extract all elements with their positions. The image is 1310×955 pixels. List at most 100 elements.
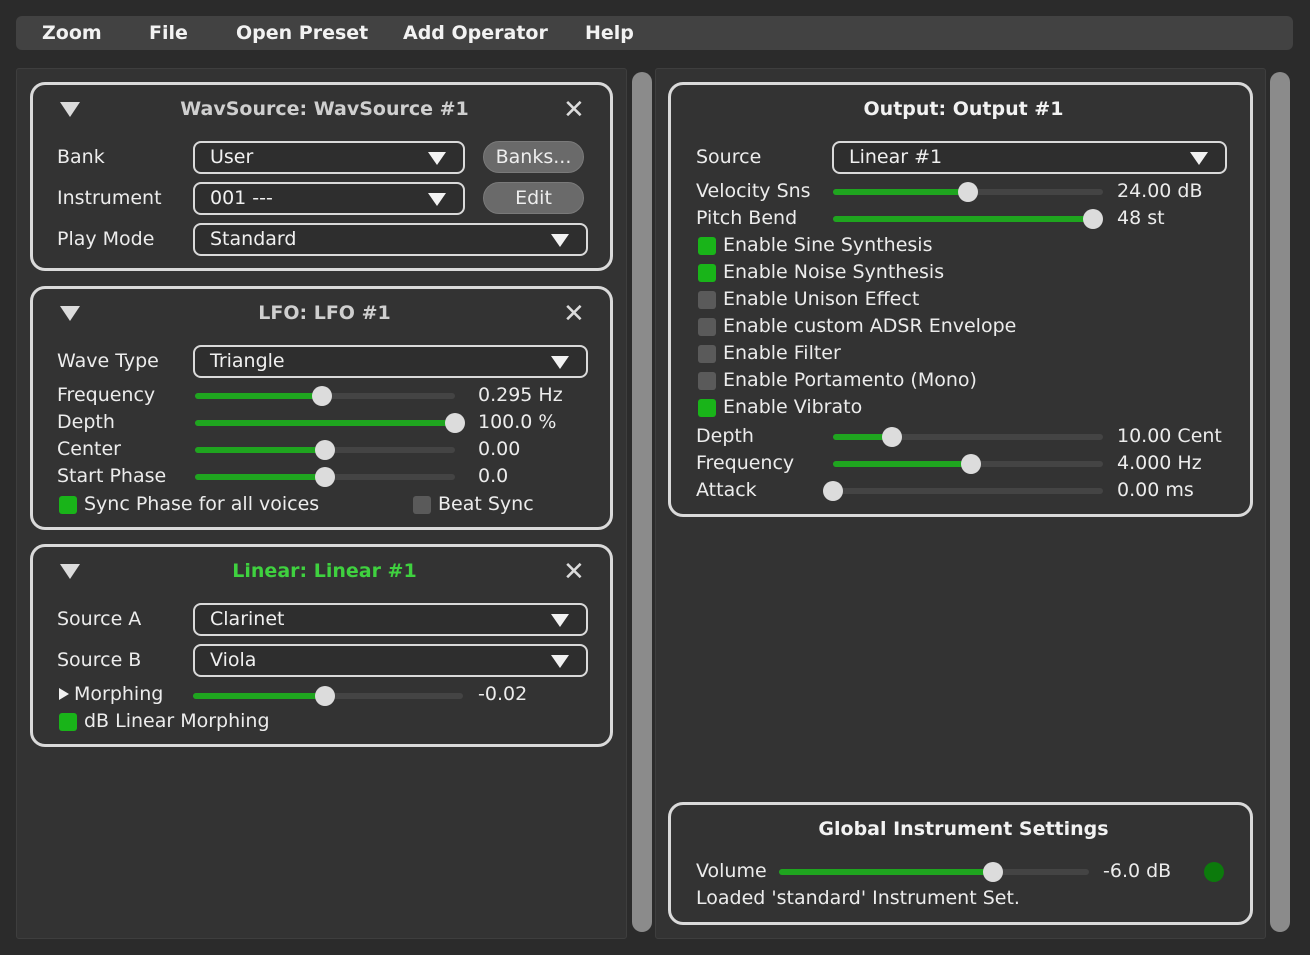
output-source-combo[interactable]: Linear #1 xyxy=(832,141,1227,174)
output-checkbox-label: Enable Sine Synthesis xyxy=(723,234,933,256)
slider-knob[interactable] xyxy=(315,440,335,460)
output-checkbox[interactable] xyxy=(698,345,716,363)
source-b-combo[interactable]: Viola xyxy=(193,644,588,677)
pitch-bend-label: Pitch Bend xyxy=(696,207,798,229)
slider-knob[interactable] xyxy=(312,386,332,406)
lfo-slider-value: 0.0 xyxy=(478,465,509,487)
chevron-down-icon xyxy=(428,193,446,206)
close-icon[interactable]: ✕ xyxy=(563,97,585,123)
morphing-slider[interactable] xyxy=(193,686,463,706)
lfo-slider-label: Start Phase xyxy=(57,465,167,487)
slider-knob[interactable] xyxy=(445,413,465,433)
instrument-combo[interactable]: 001 --- xyxy=(193,182,465,215)
close-icon[interactable]: ✕ xyxy=(563,301,585,327)
wavetype-combo[interactable]: Triangle xyxy=(193,345,588,378)
vibrato-slider[interactable] xyxy=(833,454,1103,474)
slider-fill xyxy=(195,447,325,453)
vibrato-slider-value: 4.000 Hz xyxy=(1117,452,1202,474)
lfo-slider[interactable] xyxy=(195,467,455,487)
output-checkbox-label: Enable custom ADSR Envelope xyxy=(723,315,1017,337)
vibrato-slider[interactable] xyxy=(823,481,1103,501)
lfo-slider-label: Center xyxy=(57,438,121,460)
instrument-value: 001 --- xyxy=(210,187,273,209)
sync-phase-checkbox[interactable] xyxy=(59,496,77,514)
source-b-label: Source B xyxy=(57,649,142,671)
output-checkbox[interactable] xyxy=(698,237,716,255)
slider-knob[interactable] xyxy=(1083,209,1103,229)
lfo-slider-value: 100.0 % xyxy=(478,411,557,433)
wavsource-panel: WavSource: WavSource #1 ✕ Bank User Bank… xyxy=(30,82,613,271)
vibrato-slider-value: 10.00 Cent xyxy=(1117,425,1222,447)
status-led-icon xyxy=(1204,862,1224,882)
output-checkbox-label: Enable Vibrato xyxy=(723,396,863,418)
output-checkbox[interactable] xyxy=(698,399,716,417)
slider-knob[interactable] xyxy=(958,182,978,202)
output-checkbox-label: Enable Filter xyxy=(723,342,841,364)
bank-label: Bank xyxy=(57,146,105,168)
slider-knob[interactable] xyxy=(315,686,335,706)
volume-value: -6.0 dB xyxy=(1103,860,1172,882)
morphing-label: Morphing xyxy=(74,683,164,705)
edit-button[interactable]: Edit xyxy=(483,182,584,214)
slider-fill xyxy=(195,474,325,480)
volume-slider[interactable] xyxy=(779,862,1089,882)
velocity-label: Velocity Sns xyxy=(696,180,811,202)
pitch-bend-value: 48 st xyxy=(1117,207,1165,229)
lfo-slider[interactable] xyxy=(195,386,455,406)
lfo-slider-label: Depth xyxy=(57,411,115,433)
banks-button[interactable]: Banks... xyxy=(483,141,584,173)
slider-knob[interactable] xyxy=(983,862,1003,882)
lfo-slider[interactable] xyxy=(195,413,465,433)
bank-combo[interactable]: User xyxy=(193,141,465,174)
instrument-label: Instrument xyxy=(57,187,162,209)
slider-knob[interactable] xyxy=(315,467,335,487)
lfo-slider-label: Frequency xyxy=(57,384,156,406)
right-scrollbar[interactable] xyxy=(1270,72,1290,932)
playmode-value: Standard xyxy=(210,228,297,250)
chevron-down-icon xyxy=(551,234,569,247)
wavetype-label: Wave Type xyxy=(57,350,159,372)
close-icon[interactable]: ✕ xyxy=(563,559,585,585)
vibrato-slider[interactable] xyxy=(833,427,1103,447)
sync-phase-label: Sync Phase for all voices xyxy=(84,493,320,515)
slider-knob[interactable] xyxy=(823,481,843,501)
playmode-label: Play Mode xyxy=(57,228,155,250)
beat-sync-label: Beat Sync xyxy=(438,493,534,515)
beat-sync-checkbox[interactable] xyxy=(413,496,431,514)
slider-knob[interactable] xyxy=(882,427,902,447)
output-checkbox-label: Enable Noise Synthesis xyxy=(723,261,945,283)
expand-triangle-icon[interactable] xyxy=(59,688,69,700)
global-title: Global Instrument Settings xyxy=(818,818,1109,840)
db-linear-checkbox[interactable] xyxy=(59,713,77,731)
menu-zoom[interactable]: Zoom xyxy=(42,16,102,50)
source-a-combo[interactable]: Clarinet xyxy=(193,603,588,636)
linear-panel: Linear: Linear #1 ✕ Source A Clarinet So… xyxy=(30,544,613,747)
slider-fill xyxy=(195,420,455,426)
output-checkbox[interactable] xyxy=(698,291,716,309)
output-checkbox[interactable] xyxy=(698,318,716,336)
slider-knob[interactable] xyxy=(961,454,981,474)
lfo-slider-value: 0.295 Hz xyxy=(478,384,563,406)
menu-add-operator[interactable]: Add Operator xyxy=(403,16,548,50)
output-checkbox[interactable] xyxy=(698,372,716,390)
menu-file[interactable]: File xyxy=(149,16,188,50)
lfo-slider-value: 0.00 xyxy=(478,438,521,460)
slider-fill xyxy=(833,216,1093,222)
velocity-value: 24.00 dB xyxy=(1117,180,1203,202)
lfo-slider[interactable] xyxy=(195,440,455,460)
global-settings-panel: Global Instrument Settings Volume -6.0 d… xyxy=(668,802,1253,925)
chevron-down-icon xyxy=(1190,152,1208,165)
menu-open-preset[interactable]: Open Preset xyxy=(236,16,368,50)
slider-track xyxy=(833,488,1103,494)
status-text: Loaded 'standard' Instrument Set. xyxy=(696,887,1020,909)
left-scrollbar[interactable] xyxy=(632,72,652,932)
playmode-combo[interactable]: Standard xyxy=(193,223,588,256)
velocity-slider[interactable] xyxy=(833,182,1103,202)
menu-help[interactable]: Help xyxy=(585,16,634,50)
output-checkbox[interactable] xyxy=(698,264,716,282)
output-title: Output: Output #1 xyxy=(863,98,1064,120)
bank-value: User xyxy=(210,146,254,168)
pitch-bend-slider[interactable] xyxy=(833,209,1103,229)
wavetype-value: Triangle xyxy=(210,350,285,372)
db-linear-label: dB Linear Morphing xyxy=(84,710,270,732)
